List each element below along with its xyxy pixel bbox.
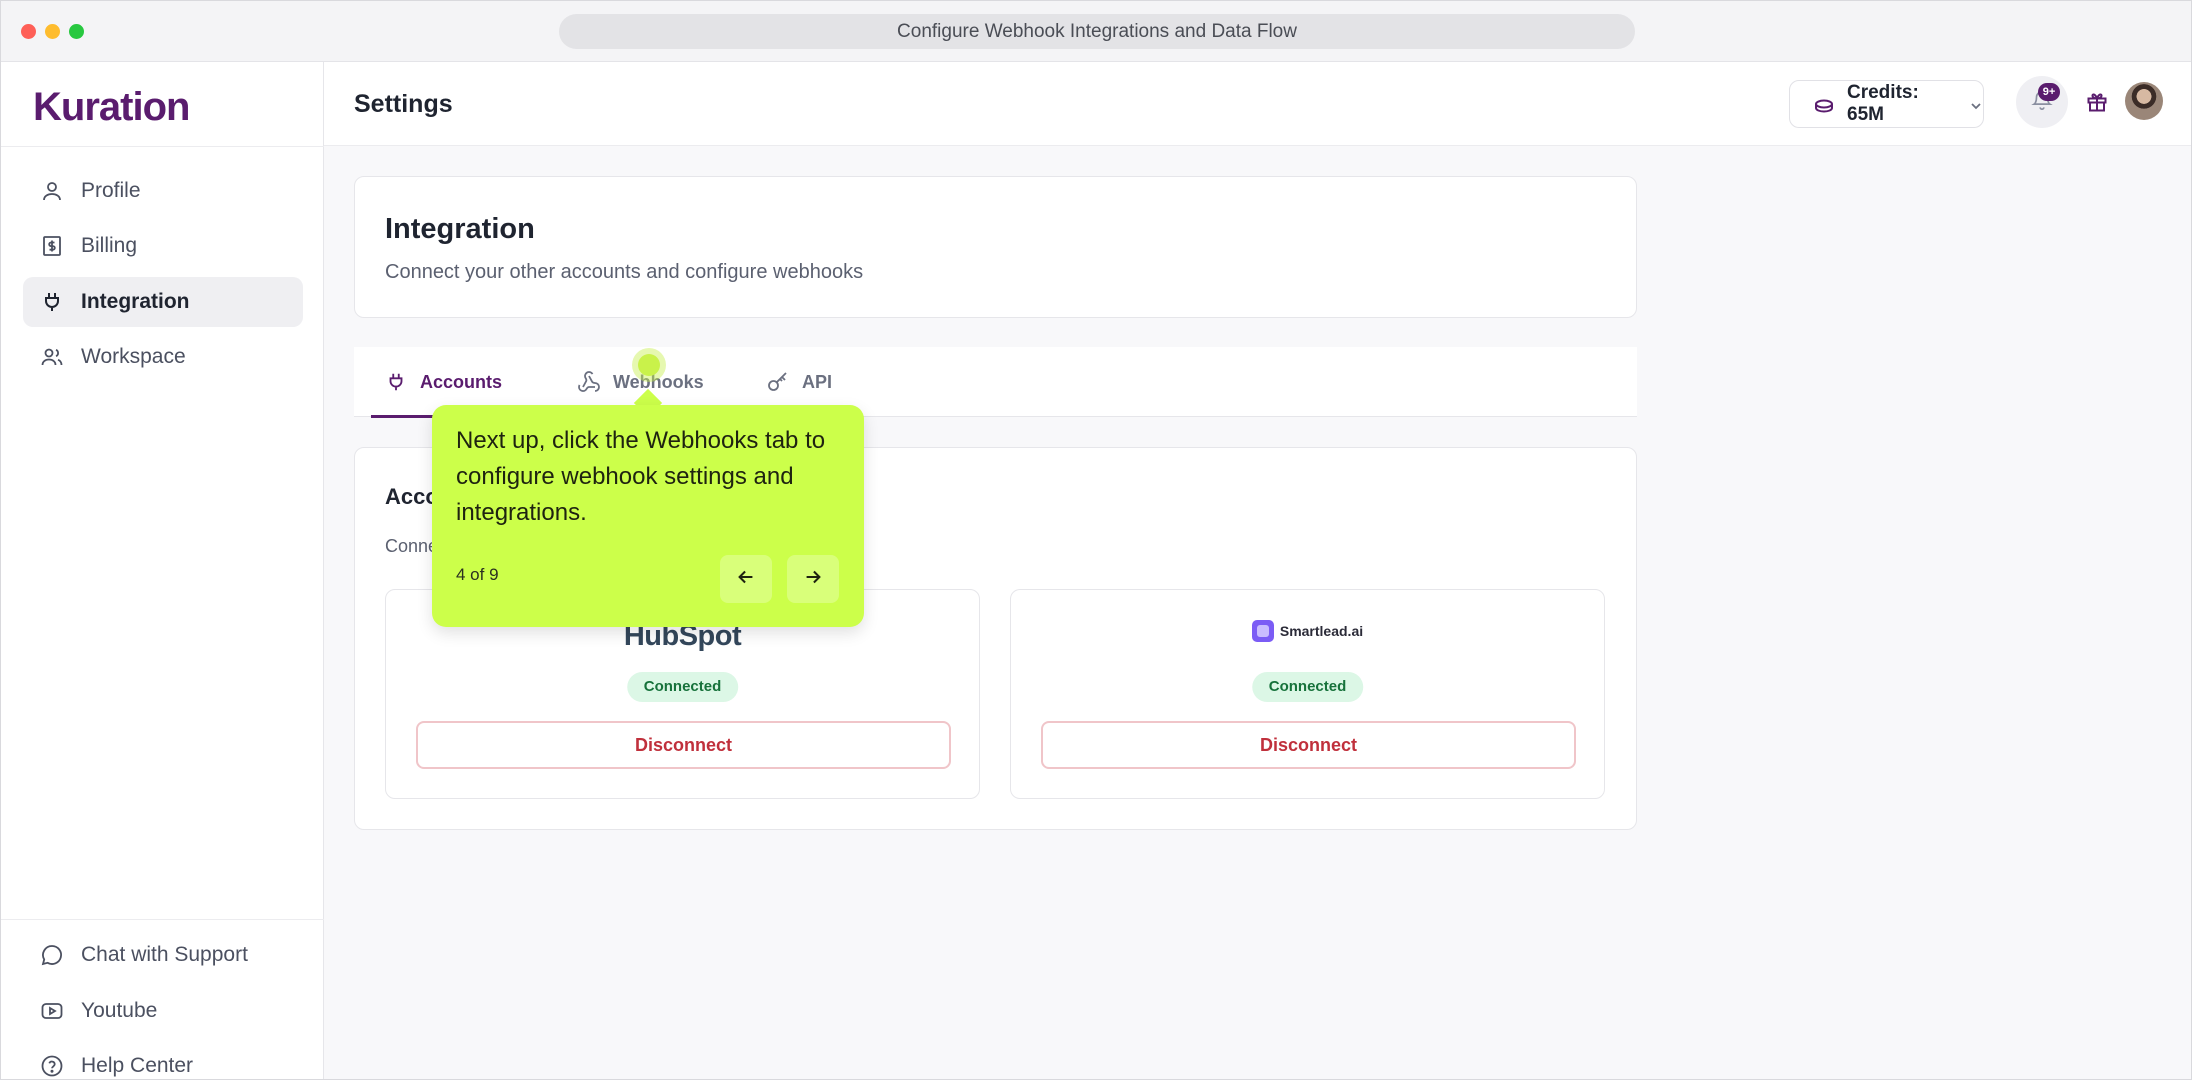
- arrow-right-icon: [802, 566, 824, 593]
- sidebar-item-label: Integration: [81, 290, 190, 313]
- divider: [1, 919, 324, 920]
- coins-icon: [1814, 97, 1834, 113]
- section-subtitle: Connect your other accounts and configur…: [385, 261, 864, 283]
- gift-icon[interactable]: [2085, 90, 2111, 116]
- tooltip-text: Next up, click the Webhooks tab to confi…: [456, 427, 826, 526]
- disconnect-hubspot-button[interactable]: Disconnect: [416, 721, 951, 769]
- kuration-logo[interactable]: Kuration: [33, 82, 190, 132]
- disconnect-smartlead-button[interactable]: Disconnect: [1041, 721, 1576, 769]
- smartlead-integration-card: Smartlead.ai Connected Disconnect: [1010, 589, 1605, 799]
- logo-text: Kuration: [33, 84, 190, 129]
- tour-next-button[interactable]: [787, 555, 839, 603]
- close-window-button[interactable]: [21, 24, 36, 39]
- accounts-subtitle: Conne: [385, 536, 439, 556]
- sidebar-item-youtube[interactable]: Youtube: [23, 986, 303, 1036]
- integration-header-card: Integration Connect your other accounts …: [354, 176, 1637, 318]
- title-bar: Configure Webhook Integrations and Data …: [1, 1, 2191, 62]
- plug-icon: [39, 289, 65, 315]
- status-badge: Connected: [1251, 672, 1364, 702]
- plug-icon: [384, 370, 408, 394]
- notification-badge: 9+: [2038, 83, 2060, 101]
- smartlead-logo: Smartlead.ai: [1011, 620, 1604, 647]
- credits-dropdown[interactable]: Credits: 65M: [1789, 80, 1984, 128]
- accounts-title: Acco: [385, 484, 439, 509]
- sidebar-item-label: Chat with Support: [81, 943, 248, 966]
- youtube-icon: [39, 998, 65, 1024]
- section-title: Integration: [385, 213, 535, 245]
- smartlead-mark-icon: [1251, 620, 1274, 642]
- app-window: Configure Webhook Integrations and Data …: [0, 0, 2192, 1080]
- status-badge: Connected: [626, 672, 739, 702]
- sidebar-item-label: Workspace: [81, 345, 186, 368]
- users-icon: [39, 344, 65, 370]
- billing-icon: [39, 233, 65, 259]
- divider: [1, 146, 324, 147]
- sidebar-item-profile[interactable]: Profile: [23, 166, 303, 216]
- arrow-left-icon: [735, 566, 757, 593]
- tooltip-step-counter: 4 of 9: [456, 565, 499, 584]
- sidebar-item-help-center[interactable]: Help Center: [23, 1041, 303, 1079]
- key-icon: [766, 370, 790, 394]
- tour-hotspot[interactable]: [638, 354, 660, 376]
- tour-tooltip: Next up, click the Webhooks tab to confi…: [432, 405, 864, 627]
- page-title: Settings: [354, 90, 453, 118]
- sidebar-item-label: Youtube: [81, 999, 158, 1022]
- tour-previous-button[interactable]: [720, 555, 772, 603]
- credits-label: Credits: 65M: [1847, 82, 1919, 125]
- help-icon: [39, 1053, 65, 1079]
- top-header: Settings Credits: 65M 9+: [324, 62, 2191, 146]
- user-icon: [39, 178, 65, 204]
- tab-label: Accounts: [420, 371, 503, 392]
- sidebar-item-integration[interactable]: Integration: [23, 277, 303, 327]
- minimize-window-button[interactable]: [45, 24, 60, 39]
- sidebar-item-workspace[interactable]: Workspace: [23, 332, 303, 382]
- sidebar: Kuration Profile Billing Integration Wor…: [1, 62, 324, 1079]
- chevron-down-icon: [1969, 97, 1983, 111]
- sidebar-item-label: Billing: [81, 234, 138, 257]
- user-avatar[interactable]: [2125, 82, 2163, 120]
- chat-icon: [39, 942, 65, 968]
- tab-label: API: [802, 371, 833, 392]
- sidebar-item-label: Help Center: [81, 1054, 194, 1077]
- sidebar-item-label: Profile: [81, 179, 141, 202]
- notifications-button[interactable]: 9+: [2016, 76, 2068, 128]
- webhook-icon: [577, 370, 601, 394]
- smartlead-logo-text: Smartlead.ai: [1279, 623, 1364, 639]
- window-title: Configure Webhook Integrations and Data …: [559, 14, 1635, 49]
- sidebar-item-billing[interactable]: Billing: [23, 221, 303, 271]
- sidebar-item-chat-support[interactable]: Chat with Support: [23, 930, 303, 980]
- maximize-window-button[interactable]: [69, 24, 84, 39]
